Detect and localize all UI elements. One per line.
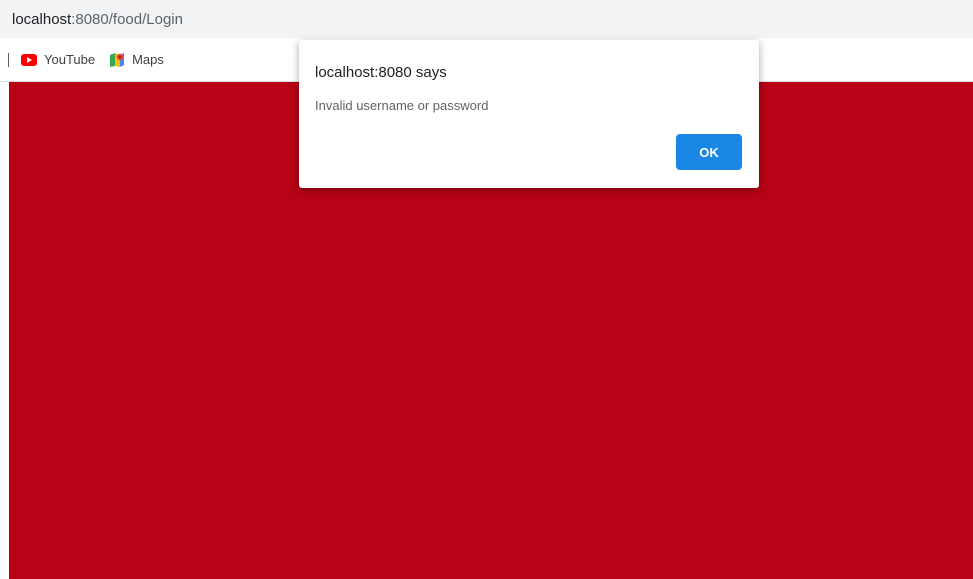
ok-button[interactable]: OK xyxy=(676,134,742,170)
url-path: :8080/food/Login xyxy=(71,10,183,28)
address-bar[interactable]: localhost:8080/food/Login xyxy=(0,0,973,38)
url-host: localhost xyxy=(12,10,72,28)
bookmark-maps-label: Maps xyxy=(132,52,164,67)
bookmark-youtube[interactable]: YouTube xyxy=(21,52,95,68)
youtube-icon xyxy=(21,52,37,68)
alert-dialog: localhost:8080 says Invalid username or … xyxy=(299,40,759,188)
dialog-message: Invalid username or password xyxy=(315,98,489,113)
bookmark-youtube-label: YouTube xyxy=(44,52,96,67)
bookmark-maps[interactable]: Maps xyxy=(109,52,164,68)
maps-icon xyxy=(109,52,125,68)
dialog-title: localhost:8080 says xyxy=(315,64,447,81)
bookmarks-separator xyxy=(8,52,9,67)
